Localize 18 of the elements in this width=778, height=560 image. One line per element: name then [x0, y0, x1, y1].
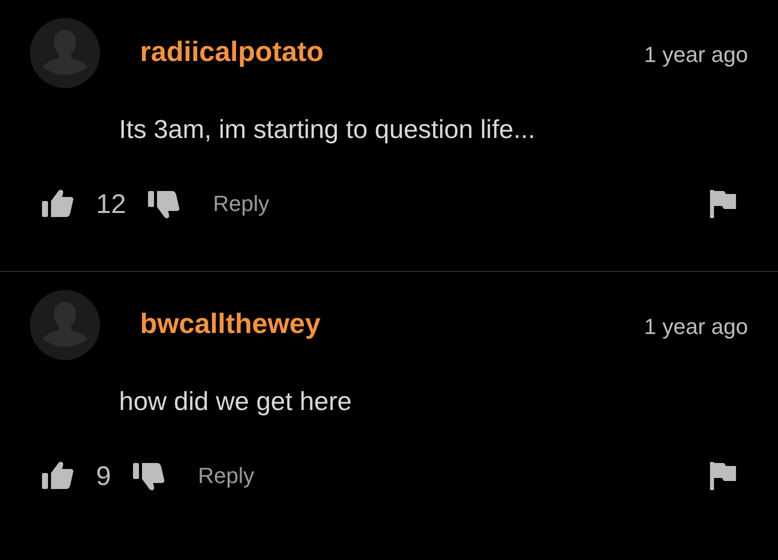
like-count: 9	[96, 462, 112, 490]
comment-text: Its 3am, im starting to question life...	[119, 116, 536, 142]
comment-text: how did we get here	[119, 388, 353, 414]
avatar-icon	[30, 18, 100, 88]
username[interactable]: bwcallthewey	[140, 310, 321, 338]
timestamp: 1 year ago	[644, 44, 748, 66]
like-count: 12	[96, 190, 126, 218]
avatar-icon	[30, 290, 100, 360]
username[interactable]: radiicalpotato	[140, 38, 324, 66]
reply-button[interactable]: Reply	[213, 193, 270, 215]
flag-icon[interactable]	[710, 462, 736, 490]
thumbs-down-icon[interactable]	[148, 189, 180, 219]
timestamp: 1 year ago	[644, 316, 748, 338]
thumbs-up-icon[interactable]	[42, 189, 74, 219]
reply-button[interactable]: Reply	[198, 465, 254, 487]
flag-icon[interactable]	[710, 190, 736, 218]
thumbs-up-icon[interactable]	[42, 461, 74, 491]
thumbs-down-icon[interactable]	[133, 461, 166, 491]
